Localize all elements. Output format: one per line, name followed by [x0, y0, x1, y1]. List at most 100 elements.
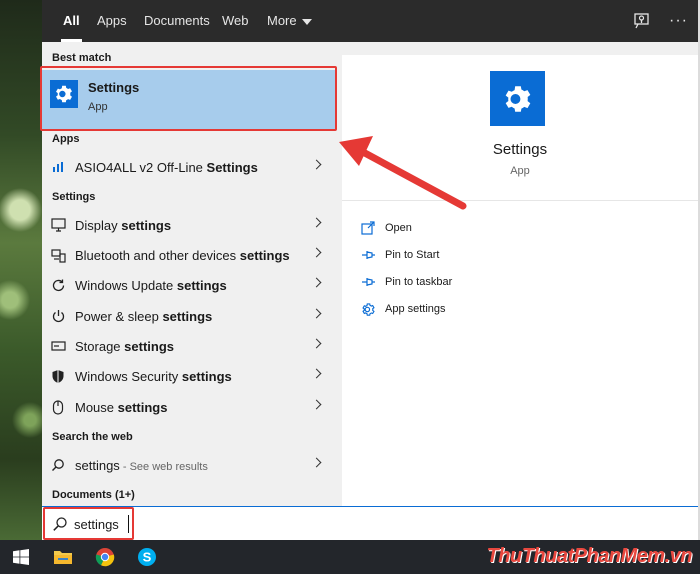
- shield-icon: [50, 368, 66, 384]
- section-settings: Settings: [52, 191, 96, 203]
- preview-title: Settings: [492, 141, 548, 158]
- desktop-background: [0, 0, 42, 540]
- settings-result-match: settings: [176, 277, 227, 293]
- section-apps: Apps: [52, 133, 80, 145]
- settings-result-match: settings: [162, 308, 213, 324]
- tab-more[interactable]: More: [267, 0, 312, 42]
- section-search-web: Search the web: [52, 431, 133, 443]
- settings-result-text: Windows Update: [75, 277, 177, 293]
- settings-result-match: settings: [117, 399, 168, 415]
- chevron-right-icon[interactable]: [311, 399, 322, 410]
- app-result-label: ASIO4ALL v2 Off-Line Settings: [75, 160, 258, 175]
- settings-result-windows-update[interactable]: Windows Update settings: [42, 270, 336, 300]
- tab-apps[interactable]: Apps: [97, 0, 127, 42]
- watermark-logo: ThuThuatPhanMem.vn: [486, 545, 693, 567]
- display-icon: [50, 217, 66, 233]
- tab-documents[interactable]: Documents: [144, 0, 210, 42]
- svg-text:S: S: [143, 550, 152, 565]
- settings-result-text: Power & sleep: [75, 308, 163, 324]
- chevron-right-icon[interactable]: [311, 457, 322, 468]
- settings-result-storage[interactable]: Storage settings: [42, 331, 336, 361]
- chevron-right-icon[interactable]: [311, 308, 322, 319]
- action-app-settings[interactable]: App settings: [360, 298, 446, 320]
- more-options-icon[interactable]: ···: [669, 11, 689, 31]
- settings-result-display[interactable]: Display settings: [42, 210, 336, 240]
- mouse-icon: [50, 399, 66, 415]
- feedback-icon[interactable]: [632, 11, 652, 31]
- settings-result-label: Power & sleep settings: [75, 309, 212, 324]
- app-result-text: ASIO4ALL v2 Off-Line: [75, 159, 207, 175]
- settings-result-label: Display settings: [75, 218, 171, 233]
- settings-result-match: settings: [181, 368, 232, 384]
- chevron-right-icon[interactable]: [311, 277, 322, 288]
- search-box[interactable]: [42, 506, 698, 540]
- results-panel: Best match Settings App Apps ASIO4ALL v2…: [42, 42, 340, 506]
- settings-app-large-icon: [490, 71, 545, 126]
- text-cursor: [128, 515, 129, 533]
- settings-result-match: settings: [124, 338, 174, 354]
- settings-result-windows-security[interactable]: Windows Security settings: [42, 361, 336, 391]
- preview-subtitle: App: [510, 165, 530, 177]
- pin-icon: [360, 274, 376, 290]
- action-open[interactable]: Open: [360, 217, 412, 239]
- best-match-item[interactable]: Settings App: [42, 70, 336, 130]
- settings-result-label: Bluetooth and other devices settings: [75, 248, 290, 263]
- section-documents: Documents (1+): [52, 489, 135, 501]
- action-pin-to-start-label: Pin to Start: [385, 249, 440, 261]
- web-search-label: settings - See web results: [75, 458, 208, 473]
- windows-start-icon[interactable]: [0, 540, 42, 574]
- pin-icon: [360, 247, 376, 263]
- best-match-subtitle: App: [88, 101, 108, 113]
- action-pin-to-taskbar[interactable]: Pin to taskbar: [360, 271, 452, 293]
- web-search-result[interactable]: settings - See web results: [42, 450, 336, 480]
- action-pin-to-start[interactable]: Pin to Start: [360, 244, 439, 266]
- chevron-right-icon[interactable]: [311, 338, 322, 349]
- chrome-icon[interactable]: [84, 540, 126, 574]
- skype-icon[interactable]: S: [126, 540, 168, 574]
- settings-result-text: Display: [75, 217, 122, 233]
- open-icon: [360, 220, 376, 236]
- chevron-right-icon[interactable]: [311, 159, 322, 170]
- search-scope-bar: All Apps Documents Web More ···: [42, 0, 698, 42]
- best-match-title: Settings: [88, 80, 140, 95]
- web-search-query: settings: [75, 457, 120, 473]
- app-result-asio4all[interactable]: ASIO4ALL v2 Off-Line Settings: [42, 152, 336, 182]
- action-open-label: Open: [385, 222, 412, 234]
- update-icon: [50, 277, 66, 293]
- bluetooth-icon: [50, 247, 66, 263]
- chevron-right-icon[interactable]: [311, 217, 322, 228]
- gear-icon: [360, 301, 376, 317]
- web-search-hint: - See web results: [119, 460, 208, 473]
- asio-icon: [50, 159, 66, 175]
- search-input[interactable]: [74, 513, 374, 535]
- preview-panel: Settings App Open Pin to Start Pin to ta…: [342, 55, 698, 506]
- search-icon: [52, 516, 68, 532]
- settings-result-power-sleep[interactable]: Power & sleep settings: [42, 301, 336, 331]
- settings-result-label: Mouse settings: [75, 400, 167, 415]
- chevron-right-icon[interactable]: [311, 368, 322, 379]
- settings-result-text: Storage: [75, 338, 125, 354]
- settings-result-label: Windows Security settings: [75, 369, 232, 384]
- settings-result-text: Windows Security: [75, 368, 182, 384]
- settings-result-bluetooth[interactable]: Bluetooth and other devices settings: [42, 240, 336, 270]
- tab-all[interactable]: All: [61, 0, 82, 42]
- action-pin-to-taskbar-label: Pin to taskbar: [385, 276, 453, 288]
- chevron-down-icon: [301, 18, 312, 25]
- settings-result-label: Windows Update settings: [75, 278, 227, 293]
- app-result-match: Settings: [206, 159, 258, 175]
- file-explorer-icon[interactable]: [42, 540, 84, 574]
- settings-app-icon: [50, 80, 78, 108]
- settings-result-match: settings: [121, 217, 172, 233]
- settings-result-text: Bluetooth and other devices: [75, 247, 240, 263]
- settings-result-mouse[interactable]: Mouse settings: [42, 392, 336, 422]
- tab-web[interactable]: Web: [222, 0, 249, 42]
- chevron-right-icon[interactable]: [311, 247, 322, 258]
- settings-result-match: settings: [239, 247, 290, 263]
- storage-icon: [50, 338, 66, 354]
- settings-result-text: Mouse: [75, 399, 118, 415]
- action-app-settings-label: App settings: [385, 303, 446, 315]
- settings-result-label: Storage settings: [75, 339, 174, 354]
- power-icon: [50, 308, 66, 324]
- taskbar: S ThuThuatPhanMem.vn: [0, 540, 700, 574]
- tab-more-label: More: [267, 13, 297, 28]
